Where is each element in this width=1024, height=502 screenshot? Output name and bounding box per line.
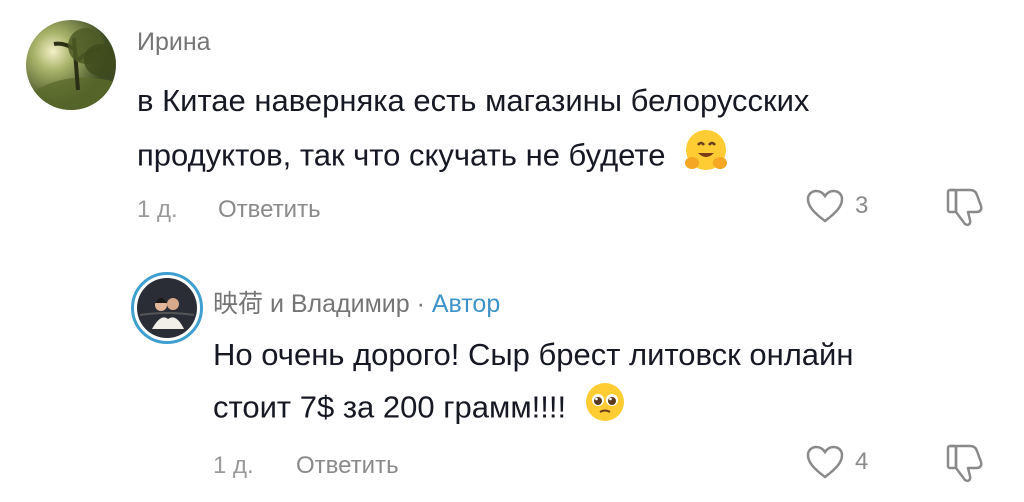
reply-button[interactable]: Ответить (296, 452, 399, 480)
reply-username[interactable]: 映荷 и Владимир · Автор (213, 284, 500, 320)
comment-text-line: продуктов, так что скучать не будете (137, 126, 937, 189)
avatar[interactable] (131, 272, 203, 344)
comment-text: в Китае наверняка есть магазины белорусс… (137, 76, 937, 189)
dislike-button[interactable] (944, 186, 988, 233)
reply-username-prefix: 映荷 и Владимир · (213, 290, 425, 318)
comment-text-line: Но очень дорого! Сыр брест литовск онлай… (213, 337, 854, 372)
pleading-face-emoji-icon (583, 380, 627, 439)
comment-text-line: продуктов, так что скучать не будете (137, 137, 666, 173)
thumbs-down-icon (946, 444, 983, 483)
comment-age: 1 д. (213, 452, 254, 479)
avatar-image (26, 20, 116, 110)
reply-button[interactable]: Ответить (218, 196, 321, 224)
comment-text-line: в Китае наверняка есть магазины белорусс… (137, 83, 810, 118)
like-count: 3 (855, 192, 869, 219)
author-badge: Автор (431, 290, 501, 318)
comment-text: Но очень дорого! Сыр брест литовск онлай… (213, 330, 993, 439)
like-button[interactable]: 4 (805, 444, 868, 480)
comment-text-line: стоит 7$ за 200 грамм!!!! (213, 389, 567, 425)
thumbs-down-icon (946, 188, 983, 227)
comment-text-line: стоит 7$ за 200 грамм!!!! (213, 380, 993, 439)
heart-icon (806, 445, 844, 479)
like-count: 4 (855, 448, 869, 475)
avatar[interactable] (26, 20, 116, 110)
like-button[interactable]: 3 (805, 188, 868, 224)
comment-age: 1 д. (137, 196, 178, 223)
hugging-face-emoji-icon (682, 126, 730, 189)
avatar-image (137, 278, 197, 338)
heart-icon (806, 189, 844, 223)
comment-username[interactable]: Ирина (137, 28, 211, 57)
dislike-button[interactable] (944, 442, 988, 489)
